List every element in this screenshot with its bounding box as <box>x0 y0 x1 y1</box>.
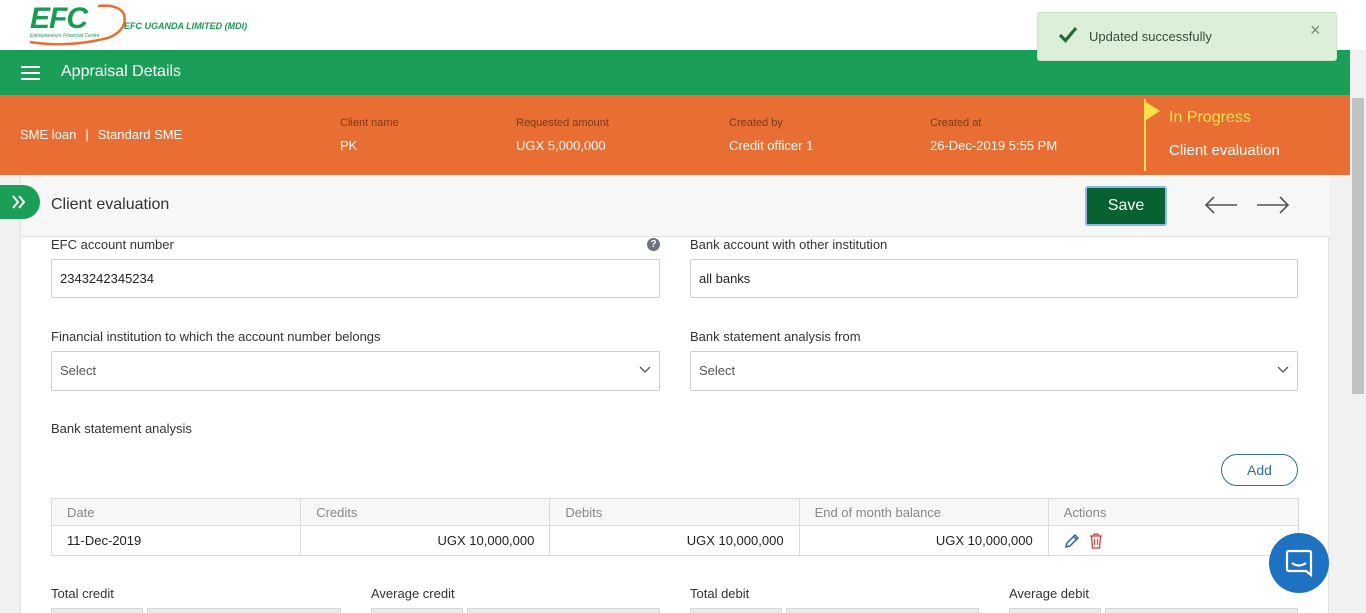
expand-sidebar-button[interactable] <box>0 185 40 219</box>
average-credit-currency[interactable] <box>371 608 463 613</box>
average-debit-label: Average debit <box>1009 586 1089 601</box>
client-name-value: PK <box>340 138 358 153</box>
total-credit-currency[interactable] <box>51 608 143 613</box>
status-title: In Progress <box>1169 109 1251 126</box>
column-balance: End of month balance <box>799 498 1049 526</box>
analysis-label: Bank statement analysis <box>51 421 192 436</box>
cell-actions <box>1048 526 1298 556</box>
loan-type-separator: | <box>85 127 89 142</box>
logo-tagline: Entrepreneurs Financial Centre <box>30 33 100 39</box>
right-arrow-icon[interactable] <box>1256 195 1290 215</box>
loan-type: SME loan | Standard SME <box>20 127 182 142</box>
scrollbar-thumb[interactable] <box>1352 98 1364 394</box>
average-credit-label: Average credit <box>371 586 455 601</box>
cell-credits: UGX 10,000,000 <box>300 525 551 556</box>
efc-account-input[interactable] <box>51 259 660 298</box>
created-at-label: Created at <box>930 117 982 129</box>
total-credit-label: Total credit <box>51 586 114 601</box>
created-by-value: Credit officer 1 <box>729 138 814 153</box>
check-icon <box>1058 26 1078 43</box>
analysis-from-label: Bank statement analysis from <box>690 329 861 344</box>
average-credit-input[interactable] <box>467 608 660 613</box>
close-icon[interactable]: × <box>1310 21 1321 39</box>
table-header-row: Date Credits Debits End of month balance… <box>51 498 1299 526</box>
institution-select[interactable]: Select <box>51 351 660 391</box>
section-header: Client evaluation Save <box>21 175 1330 237</box>
cell-balance: UGX 10,000,000 <box>799 525 1049 556</box>
analysis-from-select[interactable]: Select <box>690 351 1298 391</box>
column-credits: Credits <box>300 498 551 526</box>
total-debit-currency[interactable] <box>690 608 782 613</box>
cell-date: 11-Dec-2019 <box>51 525 302 556</box>
toast-message: Updated successfully <box>1089 29 1212 44</box>
total-debit-input[interactable] <box>786 608 979 613</box>
institution-label: Financial institution to which the accou… <box>51 329 381 344</box>
page-scrollbar[interactable] <box>1350 50 1366 613</box>
delete-icon[interactable] <box>1089 533 1103 549</box>
table-row: 11-Dec-2019 UGX 10,000,000 UGX 10,000,00… <box>51 525 1299 556</box>
chevron-down-icon <box>639 366 651 373</box>
page-title: Appraisal Details <box>61 63 182 80</box>
left-arrow-icon[interactable] <box>1204 195 1238 215</box>
chat-icon <box>1285 549 1313 577</box>
status-step: Client evaluation <box>1169 142 1280 159</box>
company-name: EFC UGANDA LIMITED (MDI) <box>124 21 248 31</box>
created-at-value: 26-Dec-2019 5:55 PM <box>930 138 1058 153</box>
client-name-label: Client name <box>340 117 399 129</box>
section-title: Client evaluation <box>51 196 170 213</box>
column-actions: Actions <box>1048 498 1299 526</box>
save-button[interactable]: Save <box>1085 186 1167 226</box>
total-credit-input[interactable] <box>147 608 341 613</box>
efc-account-label: EFC account number <box>51 237 174 252</box>
expand-icon <box>12 195 26 209</box>
help-icon[interactable]: ? <box>647 238 660 251</box>
bank-statement-table: Date Credits Debits End of month balance… <box>51 498 1299 556</box>
client-evaluation-card: Client evaluation Save EFC account numbe… <box>20 175 1330 613</box>
chat-widget-button[interactable] <box>1269 533 1329 593</box>
column-debits: Debits <box>549 498 800 526</box>
requested-amount-value: UGX 5,000,000 <box>516 138 606 153</box>
total-debit-label: Total debit <box>690 586 750 601</box>
edit-icon[interactable] <box>1064 533 1080 549</box>
chevron-down-icon <box>1277 366 1289 373</box>
loan-variant: Standard SME <box>97 127 183 142</box>
bank-account-label: Bank account with other institution <box>690 237 888 252</box>
column-date: Date <box>51 498 302 526</box>
institution-placeholder: Select <box>60 363 97 378</box>
logo-text: EFC <box>30 2 88 35</box>
flag-icon <box>1146 102 1160 120</box>
bank-account-input[interactable] <box>690 259 1298 298</box>
loan-summary-bar: SME loan | Standard SME Client name PK Req… <box>0 95 1350 175</box>
average-debit-currency[interactable] <box>1009 608 1101 613</box>
company-logo[interactable]: EFC Entrepreneurs Financial Centre EFC U… <box>28 2 268 46</box>
created-by-label: Created by <box>729 117 783 129</box>
success-toast: Updated successfully × <box>1037 12 1337 61</box>
requested-amount-label: Requested amount <box>516 117 609 129</box>
analysis-from-placeholder: Select <box>699 363 736 378</box>
average-debit-input[interactable] <box>1105 608 1298 613</box>
menu-icon[interactable] <box>21 66 40 80</box>
cell-debits: UGX 10,000,000 <box>549 525 800 556</box>
loan-product: SME loan <box>20 127 77 142</box>
add-button[interactable]: Add <box>1221 454 1298 486</box>
